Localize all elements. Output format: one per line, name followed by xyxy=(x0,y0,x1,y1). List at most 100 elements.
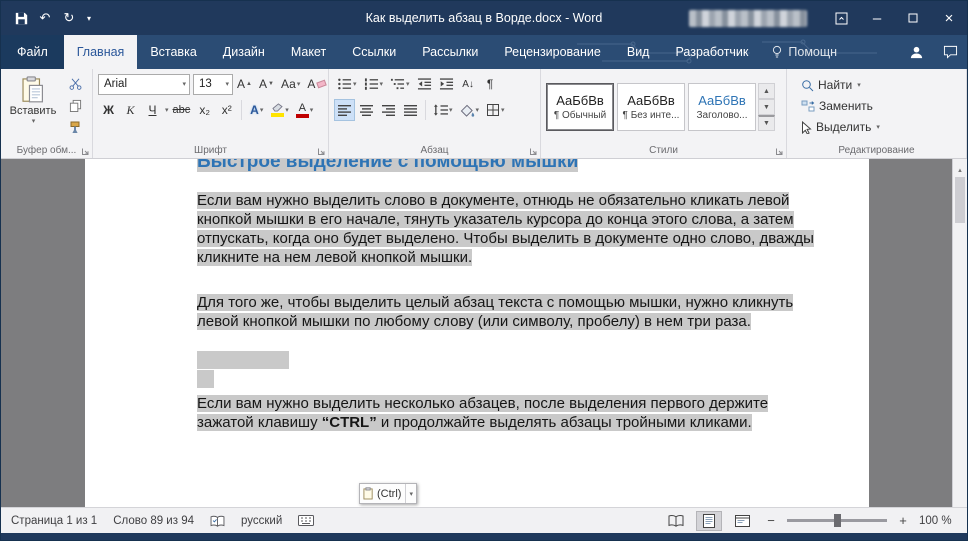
paste-label: Вставить xyxy=(10,105,57,117)
zoom-out-button[interactable]: − xyxy=(762,511,780,531)
close-button[interactable]: × xyxy=(931,1,967,35)
font-color-button[interactable]: А ▾ xyxy=(293,99,317,121)
ribbon-display-options-button[interactable] xyxy=(823,1,859,35)
tell-me[interactable]: Помощн xyxy=(761,35,847,69)
shrink-font-button[interactable]: А▼ xyxy=(256,73,277,95)
tab-file[interactable]: Файл xyxy=(1,35,64,69)
subscript-button[interactable]: х₂ xyxy=(194,99,215,121)
show-paragraph-marks-button[interactable]: ¶ xyxy=(480,73,501,95)
web-layout-button[interactable] xyxy=(729,511,755,531)
comments-button[interactable] xyxy=(933,35,967,69)
minimize-button[interactable]: – xyxy=(859,1,895,35)
share-button[interactable] xyxy=(899,35,933,69)
tab-review[interactable]: Рецензирование xyxy=(491,35,614,69)
save-button[interactable] xyxy=(9,4,33,32)
keyboard-status[interactable] xyxy=(298,515,314,526)
tab-view[interactable]: Вид xyxy=(614,35,663,69)
style-normal[interactable]: АаБбВв ¶ Обычный xyxy=(546,83,614,131)
zoom-slider-thumb[interactable] xyxy=(834,514,841,527)
styles-scroll-up-button[interactable]: ▲ xyxy=(758,83,775,99)
multilevel-list-icon xyxy=(390,77,405,91)
copy-button[interactable] xyxy=(63,95,87,115)
qat-customize-button[interactable]: ▾ xyxy=(81,4,97,32)
tab-references[interactable]: Ссылки xyxy=(339,35,409,69)
style-heading1[interactable]: АаБбВв Заголово... xyxy=(688,83,756,131)
chevron-down-icon: ▾ xyxy=(87,14,91,23)
text-highlight-button[interactable]: ▾ xyxy=(268,99,292,121)
find-button[interactable]: Найти ▾ xyxy=(799,75,882,95)
print-layout-icon xyxy=(703,514,715,528)
numbering-button[interactable]: ▾ xyxy=(361,73,387,95)
document-heading[interactable]: Быстрое выделение с помощью мышки xyxy=(197,159,823,175)
increase-indent-button[interactable] xyxy=(436,73,457,95)
document-paragraph[interactable]: Если вам нужно выделить несколько абзаце… xyxy=(197,394,823,432)
strikethrough-button[interactable]: abc xyxy=(170,99,194,121)
tab-layout[interactable]: Макет xyxy=(278,35,339,69)
zoom-in-button[interactable]: + xyxy=(894,511,912,531)
tab-design[interactable]: Дизайн xyxy=(210,35,278,69)
chevron-down-icon: ▾ xyxy=(476,106,480,114)
language-status[interactable]: русский xyxy=(241,515,282,527)
text-effects-button[interactable]: А▾ xyxy=(246,99,267,121)
select-button[interactable]: Выделить ▾ xyxy=(799,117,882,137)
chevron-down-icon[interactable]: ▾ xyxy=(165,106,169,114)
undo-button[interactable]: ↶ xyxy=(33,4,57,32)
document-page[interactable]: Быстрое выделение с помощью мышки Если в… xyxy=(85,159,869,507)
line-spacing-button[interactable]: ▾ xyxy=(430,99,456,121)
grow-font-button[interactable]: А▲ xyxy=(234,73,255,95)
tab-developer[interactable]: Разработчик xyxy=(662,35,761,69)
underline-button[interactable]: Ч xyxy=(142,99,163,121)
styles-scroll-down-button[interactable]: ▼ xyxy=(758,99,775,115)
align-right-button[interactable] xyxy=(378,99,399,121)
styles-dialog-launcher[interactable] xyxy=(775,147,784,156)
clear-formatting-button[interactable]: А xyxy=(304,73,329,95)
align-left-button[interactable] xyxy=(334,99,355,121)
shading-button[interactable]: ▾ xyxy=(457,99,483,121)
tab-home[interactable]: Главная xyxy=(64,35,138,69)
paste-button[interactable]: Вставить ▾ xyxy=(6,73,60,126)
group-styles: АаБбВв ¶ Обычный АаБбВв ¶ Без инте... Аа… xyxy=(541,69,787,158)
zoom-slider[interactable] xyxy=(787,519,887,522)
proofing-status[interactable] xyxy=(210,515,225,527)
decrease-indent-button[interactable] xyxy=(414,73,435,95)
font-dialog-launcher[interactable] xyxy=(317,147,326,156)
vertical-scrollbar[interactable]: ▲ xyxy=(952,159,967,507)
paste-options-button[interactable]: (Ctrl) ▾ xyxy=(359,483,417,504)
bullets-button[interactable]: ▾ xyxy=(334,73,360,95)
scrollbar-thumb[interactable] xyxy=(955,177,965,223)
page-count[interactable]: Страница 1 из 1 xyxy=(11,515,97,527)
chevron-down-icon: ▾ xyxy=(405,484,413,503)
comment-icon xyxy=(943,45,958,59)
tab-mailings[interactable]: Рассылки xyxy=(409,35,491,69)
style-no-spacing[interactable]: АаБбВв ¶ Без инте... xyxy=(617,83,685,131)
multilevel-list-button[interactable]: ▾ xyxy=(387,73,413,95)
print-layout-button[interactable] xyxy=(696,511,722,531)
align-center-button[interactable] xyxy=(356,99,377,121)
format-painter-button[interactable] xyxy=(63,117,87,137)
grow-font-label: А xyxy=(237,77,245,91)
read-mode-button[interactable] xyxy=(663,511,689,531)
redo-button[interactable]: ↻ xyxy=(57,4,81,32)
document-paragraph[interactable]: Для того же, чтобы выделить целый абзац … xyxy=(197,293,823,331)
zoom-level[interactable]: 100 % xyxy=(919,515,957,527)
cut-button[interactable] xyxy=(63,73,87,93)
styles-gallery-more-button[interactable]: ▼ xyxy=(758,115,775,131)
replace-button[interactable]: Заменить xyxy=(799,96,882,116)
superscript-button[interactable]: х² xyxy=(216,99,237,121)
cursor-icon xyxy=(801,121,812,134)
bold-button[interactable]: Ж xyxy=(98,99,119,121)
paragraph-dialog-launcher[interactable] xyxy=(529,147,538,156)
tab-insert[interactable]: Вставка xyxy=(137,35,209,69)
document-paragraph[interactable]: Если вам нужно выделить слово в документ… xyxy=(197,191,823,267)
italic-button[interactable]: К xyxy=(120,99,141,121)
clipboard-dialog-launcher[interactable] xyxy=(81,147,90,156)
change-case-button[interactable]: Аа▾ xyxy=(278,73,303,95)
justify-button[interactable] xyxy=(400,99,421,121)
font-size-combobox[interactable]: 13 ▾ xyxy=(193,74,233,95)
justify-icon xyxy=(404,104,418,117)
word-count[interactable]: Слово 89 из 94 xyxy=(113,515,194,527)
maximize-button[interactable] xyxy=(895,1,931,35)
sort-button[interactable]: А↓ xyxy=(458,73,479,95)
borders-button[interactable]: ▾ xyxy=(483,99,508,121)
font-family-combobox[interactable]: Arial ▾ xyxy=(98,74,190,95)
